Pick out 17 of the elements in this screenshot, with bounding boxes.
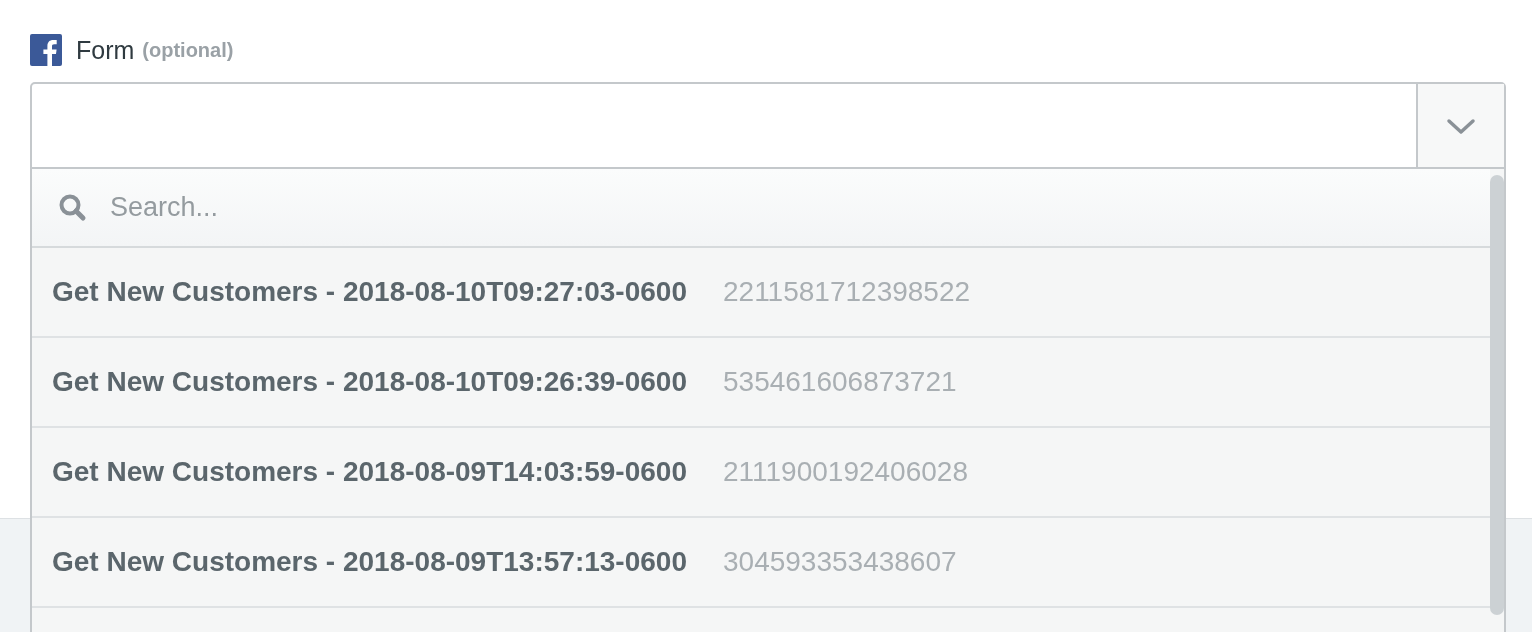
field-label: Form xyxy=(76,35,135,65)
chevron-down-icon xyxy=(1446,116,1476,135)
optional-hint: (optional) xyxy=(142,38,234,62)
dropdown-toggle[interactable] xyxy=(1416,84,1504,167)
option-title: Get New Customers - 2018-08-09T13:57:13-0600 xyxy=(52,546,687,578)
scrollbar-thumb[interactable] xyxy=(1490,175,1504,615)
option-title: Get New Customers - 2018-08-09T14:03:59-0600 xyxy=(52,456,687,488)
option-title: Get New Customers - 2018-08-10T09:26:39-0600 xyxy=(52,366,687,398)
search-field[interactable]: Search... xyxy=(108,191,712,224)
option-id: 2111900192406028 xyxy=(723,456,968,488)
search-icon xyxy=(58,192,88,223)
facebook-logo-icon xyxy=(30,34,62,66)
option-title: Get New Customers - 2018-08-10T09:27:03-0600 xyxy=(52,276,687,308)
option-id: 2211581712398522 xyxy=(723,276,971,308)
option-id: 304593353438607 xyxy=(723,546,957,578)
option-id: 535461606873721 xyxy=(723,366,957,398)
form-select[interactable] xyxy=(30,82,1506,169)
